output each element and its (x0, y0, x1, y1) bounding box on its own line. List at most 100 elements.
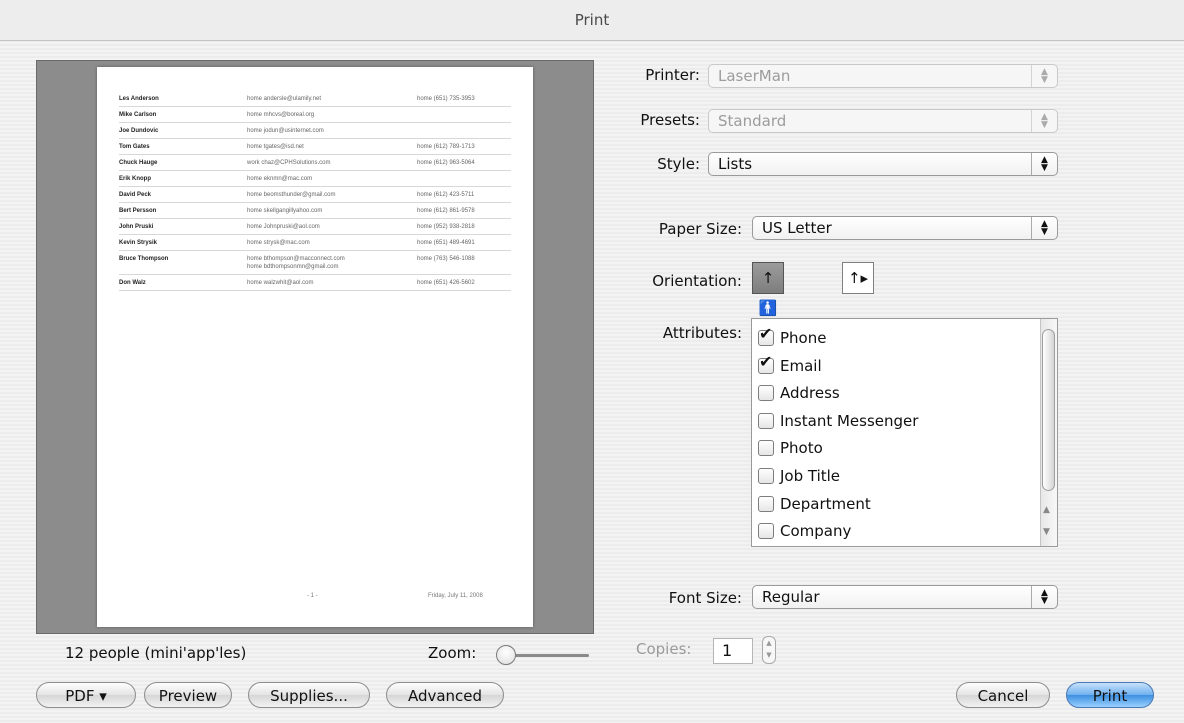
contact-phone: home (612) 789-1713 (417, 144, 475, 150)
preview-page-number: - 1 - (307, 593, 318, 599)
contact-email-secondary: home bdthompsonmn@gmail.com (247, 264, 339, 270)
contact-row: John Pruski home Johnpruski@aol.com home (… (119, 219, 511, 235)
contact-email: home Johnpruski@aol.com (247, 223, 417, 231)
scroll-up-arrow-icon[interactable]: ▲ (1043, 505, 1050, 515)
presets-popup[interactable]: Standard ▲ ▼ (708, 109, 1058, 133)
attribute-checkbox[interactable] (758, 468, 774, 484)
attributes-label: Attributes: (662, 324, 742, 342)
contact-name: Les Anderson (119, 96, 159, 102)
popup-arrows-icon: ▲ ▼ (1031, 586, 1057, 608)
checkmark-icon: ✔ (759, 324, 773, 343)
font-size-label: Font Size: (668, 589, 742, 607)
attribute-item[interactable]: ✔ Phone (758, 324, 827, 349)
copies-stepper[interactable]: ▲ ▼ (762, 636, 776, 664)
paper-size-popup[interactable]: US Letter ▲ ▼ (752, 216, 1058, 240)
pdf-button[interactable]: PDF ▾ (36, 682, 136, 708)
preview-button[interactable]: Preview (144, 682, 232, 708)
contact-email-primary: home tgates@isd.net (247, 144, 304, 150)
contact-name: Erik Knopp (119, 176, 152, 182)
contact-row: Erik Knopp home eknmn@mac.com (119, 171, 511, 187)
scrollbar-thumb[interactable] (1042, 329, 1055, 491)
zoom-slider-track[interactable] (505, 654, 589, 657)
contact-name: Kevin Strysik (119, 240, 158, 246)
portrait-person-icon: ↑🚹 (758, 269, 778, 317)
attribute-checkbox[interactable]: ✔ (758, 324, 774, 346)
attribute-checkbox[interactable] (758, 523, 774, 540)
portrait-orientation-button[interactable]: ↑🚹 (752, 262, 784, 317)
contact-email: home tgates@isd.net (247, 143, 417, 151)
printer-popup[interactable]: LaserMan ▲ ▼ (708, 64, 1058, 88)
popup-arrows-icon: ▲ ▼ (1031, 217, 1057, 239)
attributes-scrollbar[interactable]: ▲ ▼ (1040, 319, 1057, 546)
contact-phone: home (612) 423-5711 (417, 192, 475, 198)
print-button[interactable]: Print (1066, 682, 1154, 708)
contact-row: Don Walz home walzwhit@aol.com home (651) … (119, 275, 511, 291)
window-title: Print (0, 0, 1184, 41)
attribute-checkbox[interactable] (758, 440, 774, 457)
attribute-item[interactable]: Address (758, 382, 840, 404)
contact-email-primary: home walzwhit@aol.com (247, 280, 314, 286)
contact-name: John Pruski (119, 224, 154, 230)
landscape-person-icon: ↑▸ (847, 269, 869, 287)
contact-name: Tom Gates (119, 144, 150, 150)
popup-arrows-icon: ▲ ▼ (1031, 110, 1057, 132)
contact-phone (417, 175, 511, 183)
supplies-button[interactable]: Supplies... (248, 682, 370, 708)
attribute-item[interactable]: Company (758, 520, 851, 542)
attribute-item[interactable]: Photo (758, 437, 823, 459)
contact-email-primary: home Johnpruski@aol.com (247, 224, 320, 230)
attribute-checkbox[interactable] (758, 495, 774, 512)
contact-email: home jodun@usinternet.com (247, 127, 417, 135)
attribute-item[interactable]: Job Title (758, 465, 840, 487)
attribute-label: Email (780, 356, 822, 375)
contact-email: home skellgangillyahoo.com (247, 207, 417, 215)
font-size-value: Regular (762, 588, 820, 606)
contact-phone: home (651) 426-5602 (417, 280, 475, 286)
paper-size-value: US Letter (762, 219, 832, 237)
style-popup[interactable]: Lists ▲ ▼ (708, 152, 1058, 176)
contact-email-primary: work chaz@CPHSolutions.com (247, 160, 331, 166)
font-size-popup[interactable]: Regular ▲ ▼ (752, 585, 1058, 609)
attribute-label: Department (780, 494, 871, 513)
contact-email: home strysk@mac.com (247, 239, 417, 247)
printer-value: LaserMan (718, 67, 791, 85)
contact-email-primary: home jodun@usinternet.com (247, 128, 324, 134)
attribute-checkbox[interactable]: ✔ (758, 353, 774, 374)
contact-email: home beomsthunder@gmail.com (247, 191, 417, 199)
contact-phone: home (763) 546-1088 (417, 256, 475, 262)
attribute-item[interactable]: Department (758, 493, 871, 515)
contact-phone (417, 127, 511, 135)
contact-email-primary: home bthompson@macconnect.com (247, 256, 345, 262)
popup-arrows-icon: ▲ ▼ (1031, 153, 1057, 175)
contact-name: Bruce Thompson (119, 256, 169, 262)
zoom-slider-knob[interactable] (496, 645, 516, 665)
attribute-item[interactable]: Instant Messenger (758, 410, 918, 432)
advanced-button[interactable]: Advanced (386, 682, 504, 708)
scroll-down-arrow-icon[interactable]: ▼ (1043, 527, 1050, 537)
contact-email: home mhcvs@boreal.org (247, 111, 417, 119)
copies-input[interactable]: 1 (713, 638, 753, 664)
contact-email-primary: home beomsthunder@gmail.com (247, 192, 336, 198)
contact-email: work chaz@CPHSolutions.com (247, 159, 417, 167)
orientation-label: Orientation: (652, 272, 742, 290)
cancel-button[interactable]: Cancel (956, 682, 1050, 708)
contact-row: Mike Carlson home mhcvs@boreal.org (119, 107, 511, 123)
contact-email-primary: home mhcvs@boreal.org (247, 112, 315, 118)
style-value: Lists (718, 155, 753, 173)
contact-email-primary: home eknmn@mac.com (247, 176, 313, 182)
attribute-item[interactable]: ✔ Email (758, 353, 822, 377)
attributes-list[interactable]: ✔ Phone ✔ Email Address Instant Messenger Phot… (751, 318, 1058, 547)
paper-size-label: Paper Size: (658, 220, 742, 238)
preview-page: Les Anderson home andersle@ulamily.net hom… (97, 67, 533, 627)
landscape-orientation-button[interactable]: ↑▸ (842, 262, 874, 294)
attribute-label: Phone (780, 329, 827, 347)
presets-value: Standard (718, 112, 787, 130)
contact-name: Don Walz (119, 280, 146, 286)
attribute-checkbox[interactable] (758, 412, 774, 429)
contact-name: David Peck (119, 192, 152, 198)
contact-name: Mike Carlson (119, 112, 157, 118)
attribute-checkbox[interactable] (758, 385, 774, 402)
contact-list: Les Anderson home andersle@ulamily.net hom… (119, 91, 511, 291)
preview-date: Friday, July 11, 2008 (428, 593, 483, 599)
attribute-label: Address (780, 384, 840, 403)
